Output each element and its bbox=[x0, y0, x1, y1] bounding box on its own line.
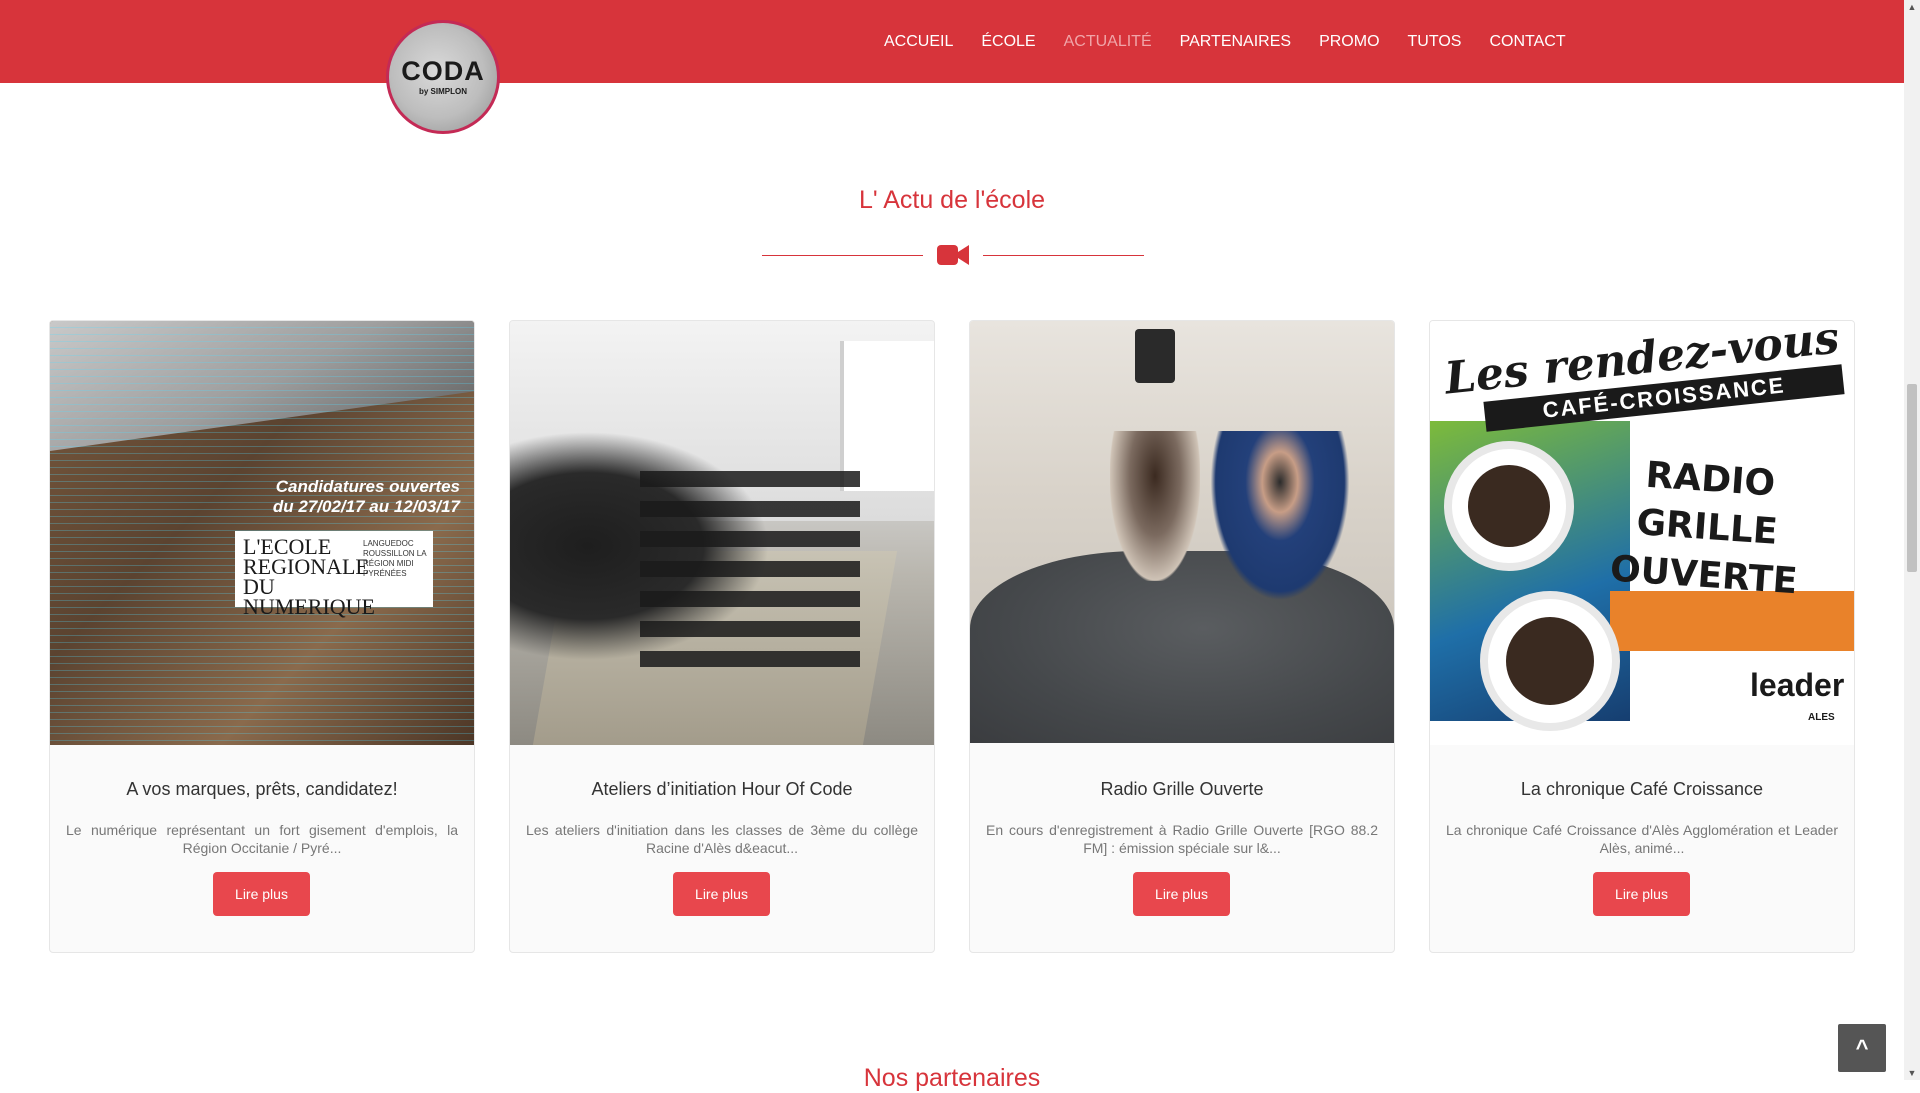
nav-tutos[interactable]: TUTOS bbox=[1394, 33, 1476, 51]
card-4-title: La chronique Café Croissance bbox=[1520, 779, 1764, 799]
leader-logo-sub: ALES bbox=[1808, 712, 1835, 723]
nav-accueil[interactable]: ACCUEIL bbox=[870, 33, 967, 51]
computer-monitors bbox=[640, 471, 860, 671]
divider-right bbox=[983, 255, 1144, 256]
card-2-read-more-button[interactable]: Lire plus bbox=[673, 872, 770, 916]
nav-promo[interactable]: PROMO bbox=[1305, 33, 1393, 51]
partners-section-title: Nos partenaires bbox=[863, 1064, 1041, 1092]
card-3-image[interactable] bbox=[970, 321, 1394, 743]
card-1-title: A vos marques, prêts, candidatez! bbox=[126, 779, 398, 799]
ern-logo-main: L'ECOLE REGIONALE DU NUMERIQUE bbox=[243, 534, 375, 619]
nav-ecole[interactable]: ÉCOLE bbox=[967, 33, 1049, 51]
card-4-read-more-button[interactable]: Lire plus bbox=[1593, 872, 1690, 916]
card-4-text: La chronique Café Croissance d'Alès Aggl… bbox=[1446, 822, 1838, 856]
card-1-image-headline: Candidatures ouvertes du 27/02/17 au 12/… bbox=[240, 477, 460, 517]
scroll-down-arrow-icon[interactable]: ▼ bbox=[1904, 1066, 1920, 1080]
card-1-text: Le numérique représentant un fort giseme… bbox=[66, 822, 458, 856]
nav-contact[interactable]: CONTACT bbox=[1475, 33, 1579, 51]
guest-person-2 bbox=[1210, 431, 1350, 601]
logo-text: CODA bbox=[401, 56, 485, 86]
news-card-4: Les rendez-vous CAFÉ-CROISSANCE RADIO GR… bbox=[1429, 320, 1855, 953]
scroll-up-arrow-icon[interactable]: ▲ bbox=[1904, 0, 1920, 14]
studio-speaker bbox=[1135, 329, 1175, 383]
nav-partenaires[interactable]: PARTENAIRES bbox=[1166, 33, 1305, 51]
card-4-image[interactable]: Les rendez-vous CAFÉ-CROISSANCE RADIO GR… bbox=[1430, 321, 1854, 745]
card-1-read-more-button[interactable]: Lire plus bbox=[213, 872, 310, 916]
card-3-read-more-button[interactable]: Lire plus bbox=[1133, 872, 1230, 916]
card-3-text: En cours d'enregistrement à Radio Grille… bbox=[986, 822, 1378, 856]
divider-left bbox=[762, 255, 923, 256]
video-camera-icon bbox=[937, 245, 969, 265]
image-headline-line1: Candidatures ouvertes bbox=[275, 477, 460, 496]
top-navbar: ACCUEIL ÉCOLE ACTUALITÉ PARTENAIRES PROM… bbox=[0, 0, 1904, 83]
coffee-cup-gear-icon bbox=[1444, 441, 1574, 571]
card-1-image[interactable]: Candidatures ouvertes du 27/02/17 au 12/… bbox=[50, 321, 474, 745]
ern-logo-side: LANGUEDOC ROUSSILLON LA RÉGION MIDI PYRÉ… bbox=[363, 539, 427, 578]
news-card-3: Radio Grille Ouverte En cours d'enregist… bbox=[969, 320, 1395, 953]
card-2-image[interactable] bbox=[510, 321, 934, 745]
leader-logo: leader bbox=[1750, 667, 1845, 703]
coffee-cup-chart-icon bbox=[1480, 591, 1620, 731]
back-to-top-button[interactable]: ^ bbox=[1838, 1024, 1886, 1072]
classroom-window bbox=[840, 341, 934, 491]
scrollbar-thumb[interactable] bbox=[1907, 384, 1917, 572]
guest-person-1 bbox=[1110, 431, 1200, 581]
coda-logo[interactable]: CODA by SIMPLON bbox=[386, 20, 500, 134]
poster-radio-name: RADIO GRILLE OUVERTE bbox=[1608, 454, 1799, 603]
main-nav: ACCUEIL ÉCOLE ACTUALITÉ PARTENAIRES PROM… bbox=[870, 0, 1580, 83]
card-2-text: Les ateliers d'initiation dans les class… bbox=[526, 822, 918, 856]
card-2-title: Ateliers d’initiation Hour Of Code bbox=[591, 779, 853, 799]
image-headline-dates: du 27/02/17 au 12/03/17 bbox=[272, 497, 460, 516]
nav-actualite[interactable]: ACTUALITÉ bbox=[1050, 33, 1166, 51]
section-title: L' Actu de l'école bbox=[858, 186, 1046, 214]
ecole-regionale-logo: L'ECOLE REGIONALE DU NUMERIQUE LANGUEDOC… bbox=[235, 531, 433, 618]
news-card-2: Ateliers d’initiation Hour Of Code Les a… bbox=[509, 320, 935, 953]
news-card-1: Candidatures ouvertes du 27/02/17 au 12/… bbox=[49, 320, 475, 953]
logo-sub: by SIMPLON bbox=[418, 87, 467, 96]
card-3-title: Radio Grille Ouverte bbox=[1100, 779, 1264, 799]
